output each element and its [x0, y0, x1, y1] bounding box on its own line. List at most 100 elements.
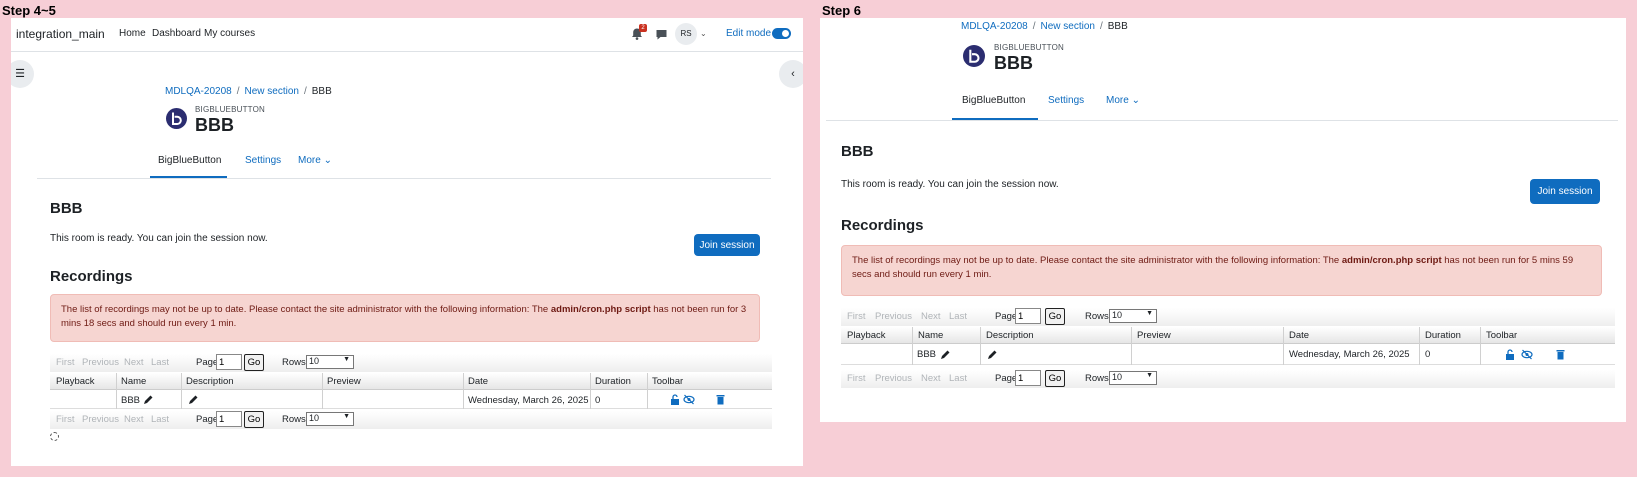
chat-icon[interactable]	[655, 28, 668, 41]
join-session-button[interactable]: Join session	[1530, 179, 1600, 204]
pager-last[interactable]: Last	[949, 373, 967, 384]
chevron-down-icon: ▼	[343, 356, 350, 363]
pager-last[interactable]: Last	[151, 357, 169, 368]
page-number-input[interactable]	[216, 411, 242, 427]
tab-bigbluebutton[interactable]: BigBlueButton	[158, 155, 221, 166]
rows-select[interactable]: 10 ▼	[306, 412, 354, 426]
cell-duration: 0	[1425, 349, 1431, 360]
notification-badge: 2	[639, 24, 647, 32]
block-drawer-toggle[interactable]: ‹	[779, 60, 803, 88]
breadcrumb-course[interactable]: MDLQA-20208	[165, 86, 232, 97]
pager-first[interactable]: First	[56, 357, 74, 368]
eye-slash-icon[interactable]	[683, 394, 695, 405]
go-button[interactable]: Go	[244, 354, 264, 371]
breadcrumb-activity: BBB	[311, 86, 332, 97]
room-title: BBB	[841, 143, 874, 160]
pencil-icon[interactable]	[940, 349, 951, 360]
module-type: BIGBLUEBUTTON	[195, 105, 266, 114]
page-number-input[interactable]	[1015, 370, 1041, 386]
course-index-toggle[interactable]: ☰	[11, 60, 34, 88]
col-description[interactable]: Description	[986, 330, 1034, 341]
rows-select[interactable]: 10 ▼	[1109, 371, 1157, 385]
unlock-icon[interactable]	[670, 394, 680, 405]
page-number-input[interactable]	[1015, 308, 1041, 324]
rows-select[interactable]: 10 ▼	[306, 355, 354, 369]
loading-spinner-icon	[50, 432, 59, 441]
go-button[interactable]: Go	[244, 411, 264, 428]
breadcrumb-activity: BBB	[1107, 21, 1128, 32]
recordings-title: Recordings	[841, 217, 924, 234]
go-button[interactable]: Go	[1045, 308, 1065, 325]
edit-mode-toggle[interactable]	[772, 28, 791, 39]
pager-first[interactable]: First	[847, 373, 865, 384]
col-duration[interactable]: Duration	[595, 376, 631, 387]
pencil-icon[interactable]	[987, 349, 998, 360]
col-date[interactable]: Date	[1289, 330, 1309, 341]
tab-settings[interactable]: Settings	[1048, 95, 1084, 106]
col-date[interactable]: Date	[468, 376, 488, 387]
top-navbar: integration_main Home Dashboard My cours…	[11, 18, 803, 52]
col-preview[interactable]: Preview	[1137, 330, 1171, 341]
page-number-input[interactable]	[216, 354, 242, 370]
pager-previous[interactable]: Previous	[82, 357, 119, 368]
col-name[interactable]: Name	[918, 330, 943, 341]
trash-icon[interactable]	[1556, 349, 1565, 360]
divider	[37, 178, 771, 179]
col-description[interactable]: Description	[186, 376, 234, 387]
col-preview[interactable]: Preview	[327, 376, 361, 387]
pager-previous[interactable]: Previous	[875, 373, 912, 384]
breadcrumb-section[interactable]: New section	[244, 86, 298, 97]
pager-previous[interactable]: Previous	[82, 414, 119, 425]
breadcrumb-course[interactable]: MDLQA-20208	[961, 21, 1028, 32]
pager-first[interactable]: First	[847, 311, 865, 322]
unlock-icon[interactable]	[1505, 349, 1515, 360]
pencil-icon[interactable]	[143, 394, 154, 405]
breadcrumb-section[interactable]: New section	[1040, 21, 1094, 32]
module-type: BIGBLUEBUTTON	[994, 43, 1065, 52]
pager-last[interactable]: Last	[949, 311, 967, 322]
nav-home[interactable]: Home	[119, 28, 146, 39]
tab-more[interactable]: More ⌄	[298, 155, 332, 166]
eye-slash-icon[interactable]	[1521, 349, 1533, 360]
avatar[interactable]: RS	[675, 23, 697, 45]
room-status: This room is ready. You can join the ses…	[841, 179, 1059, 190]
col-duration[interactable]: Duration	[1425, 330, 1461, 341]
cell-date: Wednesday, March 26, 2025	[468, 395, 589, 406]
pager-first[interactable]: First	[56, 414, 74, 425]
col-name[interactable]: Name	[121, 376, 146, 387]
recordings-table-header: Playback Name Description Preview Date D…	[50, 373, 772, 390]
site-brand[interactable]: integration_main	[16, 27, 105, 41]
pager-next[interactable]: Next	[921, 311, 941, 322]
col-toolbar[interactable]: Toolbar	[652, 376, 683, 387]
pager-last[interactable]: Last	[151, 414, 169, 425]
col-playback[interactable]: Playback	[56, 376, 95, 387]
cell-name: BBB	[121, 395, 141, 406]
page-title: BBB	[994, 53, 1033, 73]
bigbluebutton-icon	[963, 45, 985, 67]
chevron-down-icon: ⌄	[1131, 95, 1140, 106]
pager-previous[interactable]: Previous	[875, 311, 912, 322]
bigbluebutton-icon	[166, 108, 187, 129]
col-playback[interactable]: Playback	[847, 330, 886, 341]
go-button[interactable]: Go	[1045, 370, 1065, 387]
tab-settings[interactable]: Settings	[245, 155, 281, 166]
pager-page-label: Page	[196, 414, 219, 425]
chevron-down-icon[interactable]: ⌄	[700, 29, 707, 38]
nav-dashboard[interactable]: Dashboard	[152, 28, 201, 39]
rows-label: Rows	[282, 414, 306, 425]
cell-date: Wednesday, March 26, 2025	[1289, 349, 1410, 360]
tab-bigbluebutton[interactable]: BigBlueButton	[962, 95, 1025, 106]
pencil-icon[interactable]	[188, 394, 199, 405]
chevron-down-icon: ▼	[343, 413, 350, 420]
recordings-table-header: Playback Name Description Preview Date D…	[841, 327, 1615, 344]
col-toolbar[interactable]: Toolbar	[1486, 330, 1517, 341]
join-session-button[interactable]: Join session	[694, 234, 760, 256]
pager-next[interactable]: Next	[921, 373, 941, 384]
nav-my-courses[interactable]: My courses	[204, 28, 255, 39]
tab-more[interactable]: More ⌄	[1106, 95, 1140, 106]
rows-select[interactable]: 10 ▼	[1109, 309, 1157, 323]
pager-next[interactable]: Next	[124, 357, 144, 368]
pager-next[interactable]: Next	[124, 414, 144, 425]
trash-icon[interactable]	[716, 394, 725, 405]
table-row: BBB Wednesday, March 26, 2025 0	[50, 391, 772, 409]
